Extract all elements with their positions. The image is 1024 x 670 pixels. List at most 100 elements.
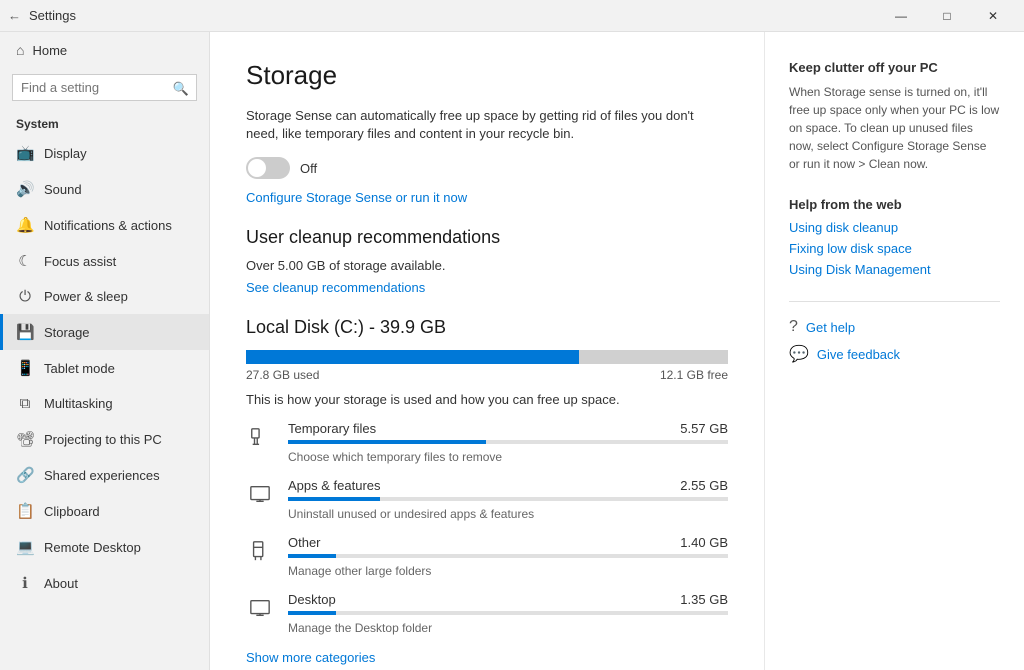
apps-desc: Uninstall unused or undesired apps & fea…	[288, 507, 534, 521]
search-input[interactable]	[12, 74, 197, 101]
sidebar-item-display[interactable]: 📺 Display	[0, 135, 209, 171]
sidebar-item-tablet-label: Tablet mode	[44, 361, 115, 376]
temp-files-row: Temporary files 5.57 GB	[288, 421, 728, 436]
display-icon: 📺	[16, 144, 34, 162]
temp-files-bar-fill	[288, 440, 486, 444]
minimize-button[interactable]: —	[878, 0, 924, 32]
sidebar-item-tablet-mode[interactable]: 📱 Tablet mode	[0, 350, 209, 386]
power-icon: ⏻	[16, 288, 34, 305]
sidebar-item-multitasking[interactable]: ⧉ Multitasking	[0, 386, 209, 421]
disk-bar-container	[246, 350, 728, 364]
apps-content: Apps & features 2.55 GB Uninstall unused…	[288, 478, 728, 521]
get-help-action[interactable]: ? Get help	[789, 318, 1000, 336]
sidebar-item-clipboard-label: Clipboard	[44, 504, 100, 519]
other-content: Other 1.40 GB Manage other large folders	[288, 535, 728, 578]
show-more-link[interactable]: Show more categories	[246, 650, 375, 665]
desktop-desc: Manage the Desktop folder	[288, 621, 432, 635]
other-icon	[246, 537, 274, 565]
sidebar-item-remote[interactable]: 💻 Remote Desktop	[0, 529, 209, 565]
disk-title: Local Disk (C:) - 39.9 GB	[246, 317, 728, 338]
apps-icon	[246, 480, 274, 508]
sidebar-item-notifications[interactable]: 🔔 Notifications & actions	[0, 207, 209, 243]
low-disk-link[interactable]: Fixing low disk space	[789, 241, 1000, 256]
sidebar-item-sound-label: Sound	[44, 182, 82, 197]
sidebar-item-about[interactable]: ℹ About	[0, 565, 209, 601]
right-panel: Keep clutter off your PC When Storage se…	[764, 32, 1024, 670]
apps-bar	[288, 497, 728, 501]
disk-bar-used	[246, 350, 579, 364]
desktop-bar	[288, 611, 728, 615]
divider	[789, 301, 1000, 302]
apps-row: Apps & features 2.55 GB	[288, 478, 728, 493]
storage-description: Storage Sense can automatically free up …	[246, 107, 728, 143]
cleanup-link[interactable]: See cleanup recommendations	[246, 280, 425, 295]
desktop-row: Desktop 1.35 GB	[288, 592, 728, 607]
sidebar-item-storage[interactable]: 💾 Storage	[0, 314, 209, 350]
sidebar-home[interactable]: ⌂ Home	[0, 32, 209, 68]
apps-name: Apps & features	[288, 478, 381, 493]
close-button[interactable]: ✕	[970, 0, 1016, 32]
other-row: Other 1.40 GB	[288, 535, 728, 550]
sidebar-item-remote-label: Remote Desktop	[44, 540, 141, 555]
temp-files-content: Temporary files 5.57 GB Choose which tem…	[288, 421, 728, 464]
storage-icon: 💾	[16, 323, 34, 341]
help-web-section: Help from the web Using disk cleanup Fix…	[789, 197, 1000, 277]
sidebar-item-focus-assist[interactable]: ☾ Focus assist	[0, 243, 209, 279]
disk-bar-labels: 27.8 GB used 12.1 GB free	[246, 368, 728, 382]
other-name: Other	[288, 535, 321, 550]
desktop-icon	[246, 594, 274, 622]
home-icon: ⌂	[16, 42, 24, 58]
storage-sense-toggle[interactable]	[246, 157, 290, 179]
apps-size: 2.55 GB	[680, 478, 728, 493]
titlebar-controls: — □ ✕	[878, 0, 1016, 32]
desktop-size: 1.35 GB	[680, 592, 728, 607]
temp-files-name: Temporary files	[288, 421, 376, 436]
configure-link[interactable]: Configure Storage Sense or run it now	[246, 190, 467, 205]
page-title: Storage	[246, 60, 728, 91]
other-bar	[288, 554, 728, 558]
sidebar-item-projecting[interactable]: 📽 Projecting to this PC	[0, 421, 209, 457]
sidebar-item-notifications-label: Notifications & actions	[44, 218, 172, 233]
sidebar-item-storage-label: Storage	[44, 325, 90, 340]
get-help-link[interactable]: Get help	[806, 320, 855, 335]
back-icon[interactable]: ←	[8, 8, 21, 23]
keep-clutter-text: When Storage sense is turned on, it'll f…	[789, 83, 1000, 173]
sidebar-item-sound[interactable]: 🔊 Sound	[0, 171, 209, 207]
other-bar-fill	[288, 554, 336, 558]
remote-icon: 💻	[16, 538, 34, 556]
storage-item-apps[interactable]: Apps & features 2.55 GB Uninstall unused…	[246, 478, 728, 521]
feedback-icon: 💬	[789, 344, 809, 364]
disk-management-link[interactable]: Using Disk Management	[789, 262, 1000, 277]
cleanup-desc: Over 5.00 GB of storage available.	[246, 258, 728, 273]
desktop-content: Desktop 1.35 GB Manage the Desktop folde…	[288, 592, 728, 635]
sidebar-item-display-label: Display	[44, 146, 87, 161]
titlebar-left: ← Settings	[8, 8, 76, 23]
storage-item-other[interactable]: Other 1.40 GB Manage other large folders	[246, 535, 728, 578]
sidebar-home-label: Home	[32, 43, 67, 58]
about-icon: ℹ	[16, 574, 34, 592]
disk-cleanup-link[interactable]: Using disk cleanup	[789, 220, 1000, 235]
sidebar-item-power[interactable]: ⏻ Power & sleep	[0, 279, 209, 314]
maximize-button[interactable]: □	[924, 0, 970, 32]
keep-clutter-title: Keep clutter off your PC	[789, 60, 1000, 75]
sidebar-search-container: 🔍	[0, 68, 209, 111]
titlebar-title: Settings	[29, 8, 76, 23]
sound-icon: 🔊	[16, 180, 34, 198]
temp-files-icon	[246, 423, 274, 451]
sidebar-item-shared[interactable]: 🔗 Shared experiences	[0, 457, 209, 493]
sidebar-item-focus-label: Focus assist	[44, 254, 116, 269]
app-body: ⌂ Home 🔍 System 📺 Display 🔊 Sound 🔔 Noti…	[0, 32, 1024, 670]
storage-item-temp[interactable]: Temporary files 5.57 GB Choose which tem…	[246, 421, 728, 464]
multitasking-icon: ⧉	[16, 395, 34, 412]
storage-item-desktop[interactable]: Desktop 1.35 GB Manage the Desktop folde…	[246, 592, 728, 635]
notifications-icon: 🔔	[16, 216, 34, 234]
get-help-icon: ?	[789, 318, 798, 336]
sidebar-item-clipboard[interactable]: 📋 Clipboard	[0, 493, 209, 529]
disk-section: Local Disk (C:) - 39.9 GB 27.8 GB used 1…	[246, 317, 728, 665]
cleanup-section: User cleanup recommendations Over 5.00 G…	[246, 227, 728, 295]
main-content: Storage Storage Sense can automatically …	[210, 32, 764, 670]
give-feedback-action[interactable]: 💬 Give feedback	[789, 344, 1000, 364]
clipboard-icon: 📋	[16, 502, 34, 520]
give-feedback-link[interactable]: Give feedback	[817, 347, 900, 362]
sidebar-item-about-label: About	[44, 576, 78, 591]
